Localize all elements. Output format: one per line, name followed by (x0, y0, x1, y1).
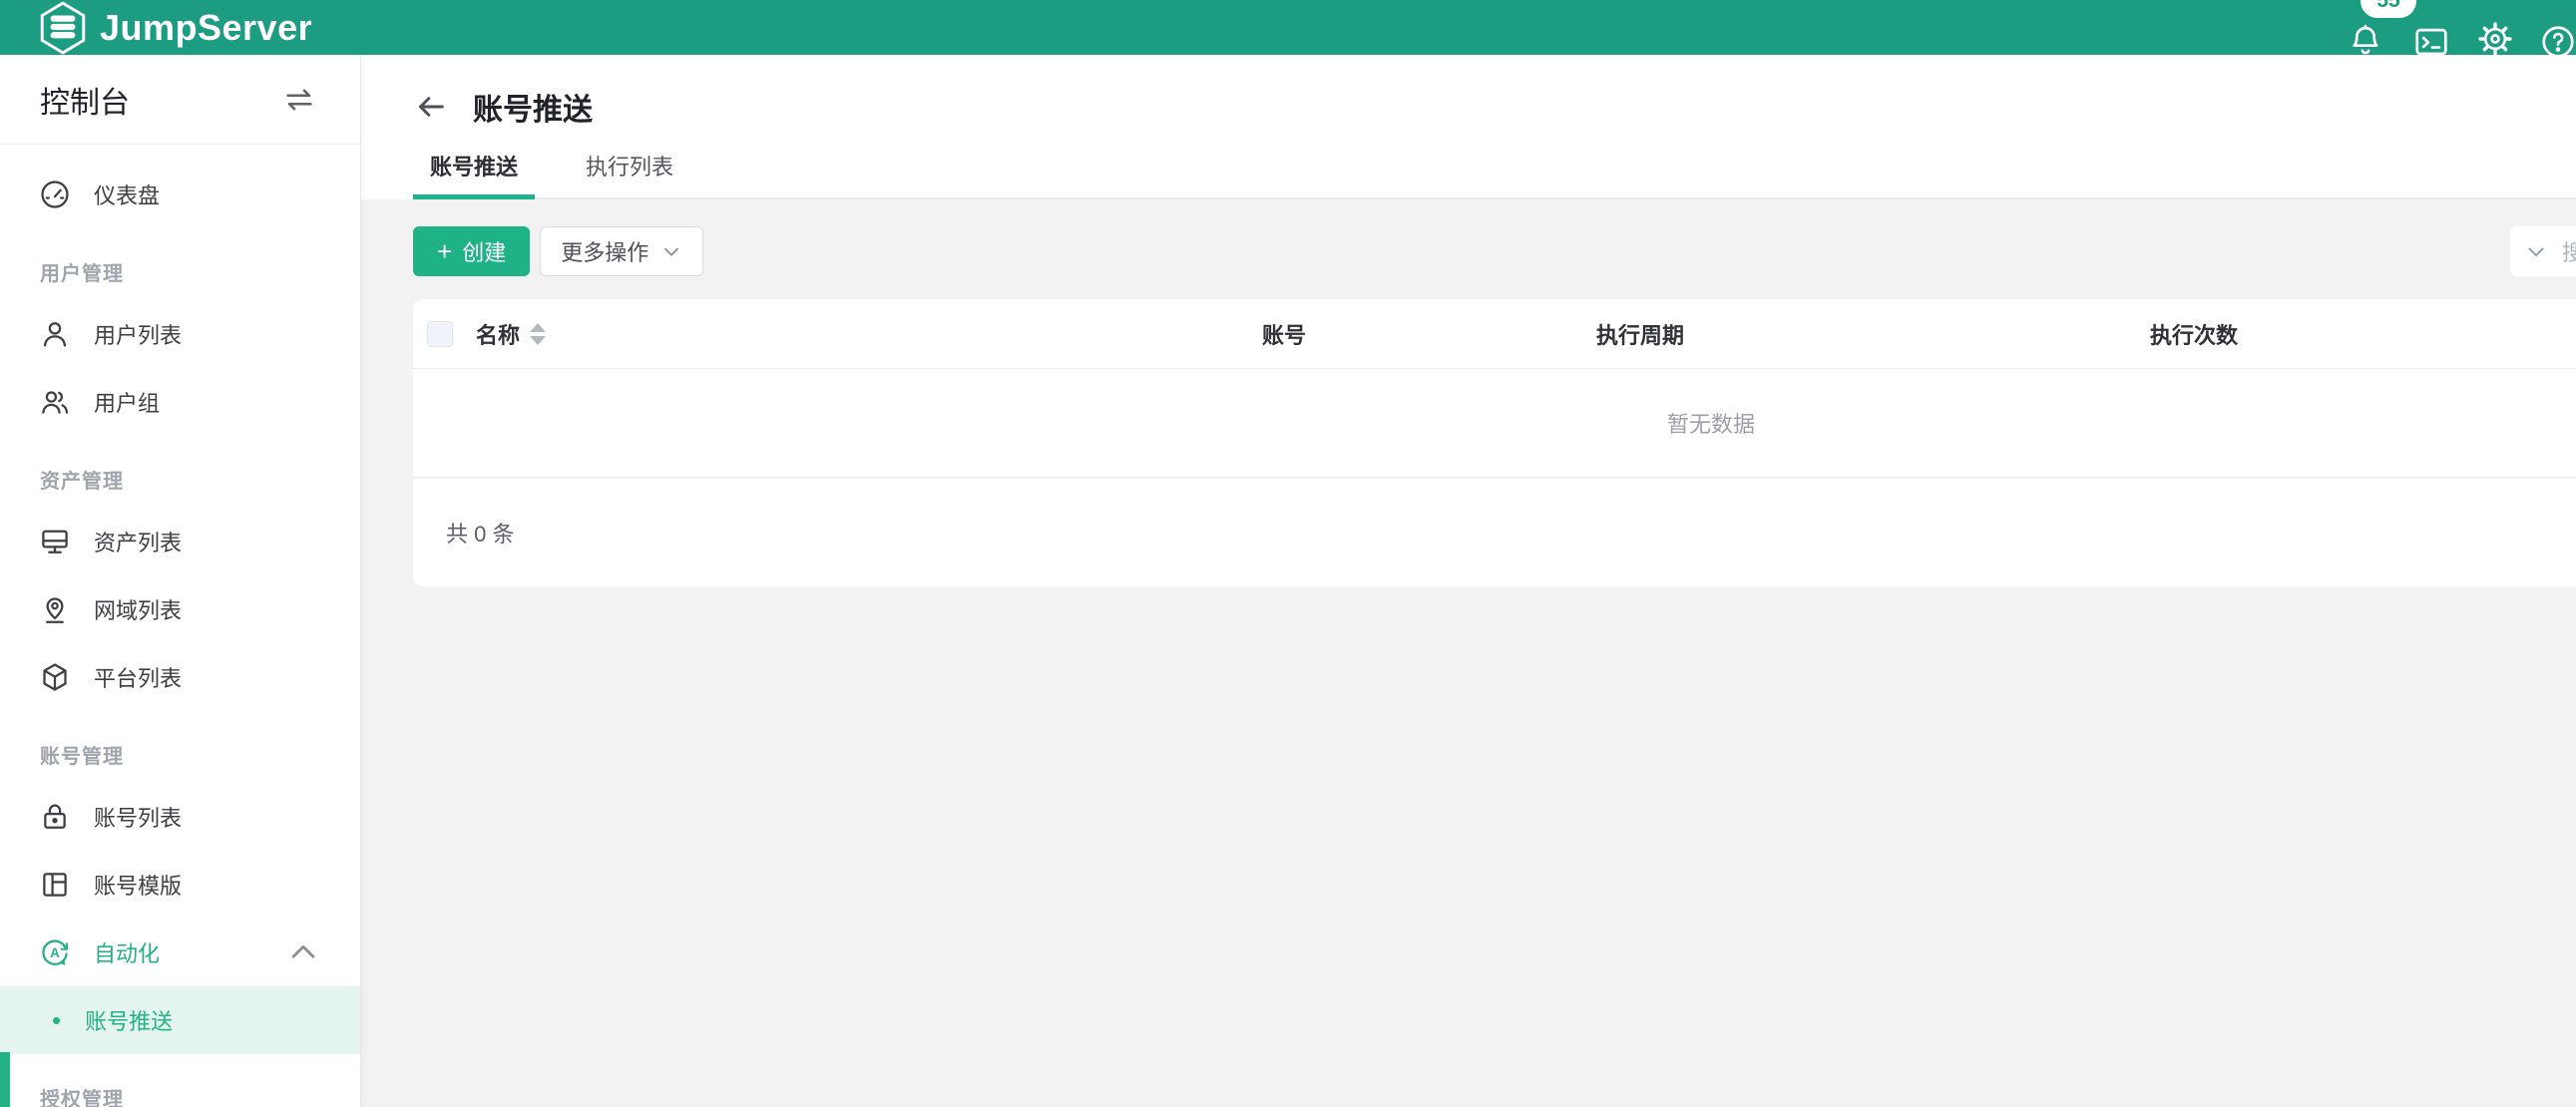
data-table: 名称 账号 执行周期 执行次数 暂无数据 (413, 299, 2576, 476)
asset-monitor-icon (38, 525, 72, 558)
sidebar-item-label: 平台列表 (94, 661, 182, 693)
terminal-icon[interactable] (2412, 23, 2450, 61)
brand[interactable]: JumpServer (38, 0, 312, 55)
platform-cube-icon (38, 660, 72, 694)
sidebar-menu: 仪表盘 用户管理 用户列表 用户组 资产管理 (0, 145, 360, 1107)
chevron-down-icon (660, 240, 682, 262)
account-lock-icon (38, 800, 72, 834)
notification-count-badge[interactable]: 55 (2361, 0, 2416, 18)
domain-pin-icon (38, 592, 72, 626)
back-arrow-icon[interactable] (413, 89, 449, 125)
table-header-row: 名称 账号 执行周期 执行次数 (413, 299, 2576, 369)
tab-account-push[interactable]: 账号推送 (413, 133, 535, 197)
tab-bar: 账号推送 执行列表 (413, 133, 2576, 199)
user-icon (38, 317, 72, 351)
sidebar-item-label: 账号列表 (94, 801, 182, 833)
main-area: 账号推送 账号推送 执行列表 + 创建 更多操作 搜 (361, 55, 2576, 1107)
create-button[interactable]: + 创建 (413, 226, 530, 276)
sidebar-item-user-list[interactable]: 用户列表 (0, 300, 360, 368)
empty-state-text: 暂无数据 (1667, 407, 1755, 439)
chevron-down-icon (2524, 239, 2548, 263)
sidebar-item-platform-list[interactable]: 平台列表 (0, 643, 360, 711)
sidebar-item-label: 网域列表 (94, 593, 182, 625)
plus-icon: + (437, 238, 452, 264)
sidebar-item-label: 资产列表 (94, 526, 182, 557)
empty-state-row: 暂无数据 (413, 369, 2576, 476)
more-actions-label: 更多操作 (561, 235, 648, 267)
bullet-icon: • (52, 1007, 61, 1033)
active-indicator-bar (0, 1052, 10, 1107)
view-switch-icon[interactable] (282, 83, 316, 117)
sidebar-item-account-template[interactable]: 账号模版 (0, 851, 360, 919)
jumpserver-logo-icon (38, 1, 88, 55)
sidebar-item-automation[interactable]: A 自动化 (0, 919, 360, 986)
content-area: + 创建 更多操作 搜 名称 账号 (361, 199, 2576, 1107)
svg-text:A: A (50, 945, 60, 960)
console-title: 控制台 (40, 78, 130, 122)
chevron-up-icon[interactable] (286, 935, 320, 969)
more-actions-button[interactable]: 更多操作 (540, 226, 703, 276)
sidebar: 控制台 仪表盘 用户管理 用户列表 (0, 55, 361, 1107)
help-icon[interactable] (2539, 23, 2576, 61)
brand-title: JumpServer (100, 7, 312, 49)
automation-refresh-a-icon: A (38, 935, 72, 969)
settings-gear-icon[interactable] (2476, 20, 2514, 58)
template-layout-icon (38, 868, 72, 902)
sidebar-item-label: 用户组 (94, 386, 160, 418)
select-all-checkbox[interactable] (427, 321, 453, 347)
create-button-label: 创建 (462, 235, 506, 267)
pagination-bar: 共 0 条 (413, 479, 2576, 586)
sidebar-item-label: 仪表盘 (94, 179, 160, 210)
column-header-count: 执行次数 (2150, 318, 2238, 350)
sidebar-subitem-account-push[interactable]: • 账号推送 (0, 986, 360, 1054)
column-header-account: 账号 (1262, 318, 1306, 350)
search-label-partial: 搜 (2562, 235, 2576, 267)
topbar: JumpServer 55 (0, 0, 2576, 55)
sidebar-item-label: 自动化 (94, 936, 160, 968)
column-header-period: 执行周期 (1596, 318, 1684, 350)
sidebar-section-assets: 资产管理 (0, 436, 360, 508)
page-title: 账号推送 (473, 85, 593, 129)
sidebar-item-dashboard[interactable]: 仪表盘 (0, 161, 360, 228)
sidebar-item-label: 用户列表 (94, 318, 182, 350)
sidebar-section-accounts: 账号管理 (0, 711, 360, 783)
dashboard-icon (38, 178, 72, 211)
search-collapse-control[interactable]: 搜 (2510, 226, 2576, 276)
total-count-text: 共 0 条 (446, 517, 514, 549)
sort-caret-icon[interactable] (530, 323, 546, 345)
sidebar-header: 控制台 (0, 55, 360, 145)
sidebar-item-label: 账号模版 (94, 869, 182, 901)
sidebar-section-users: 用户管理 (0, 228, 360, 300)
toolbar: + 创建 更多操作 (413, 226, 2576, 276)
sidebar-item-account-list[interactable]: 账号列表 (0, 783, 360, 851)
page-header: 账号推送 账号推送 执行列表 (361, 55, 2576, 199)
user-group-icon (38, 385, 72, 419)
sidebar-section-permissions: 授权管理 (0, 1054, 360, 1107)
bell-icon[interactable] (2347, 21, 2384, 59)
column-header-name: 名称 (476, 318, 546, 350)
sidebar-item-asset-list[interactable]: 资产列表 (0, 508, 360, 575)
sidebar-item-user-group[interactable]: 用户组 (0, 368, 360, 436)
sidebar-item-domain-list[interactable]: 网域列表 (0, 575, 360, 643)
tab-execution-list[interactable]: 执行列表 (569, 133, 690, 197)
sidebar-item-label: 账号推送 (85, 1004, 173, 1036)
